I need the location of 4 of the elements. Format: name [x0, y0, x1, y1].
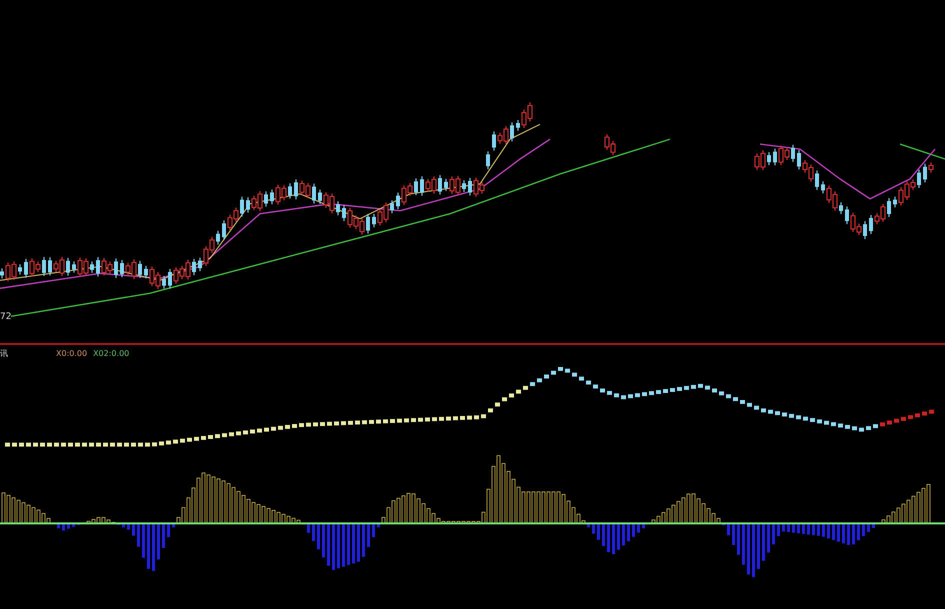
x02-reading: X02:0.00	[93, 348, 130, 358]
indicator-title: 讯	[0, 348, 9, 358]
x0-reading: X0:0.00	[56, 348, 88, 358]
axis-label: 72	[0, 312, 12, 322]
